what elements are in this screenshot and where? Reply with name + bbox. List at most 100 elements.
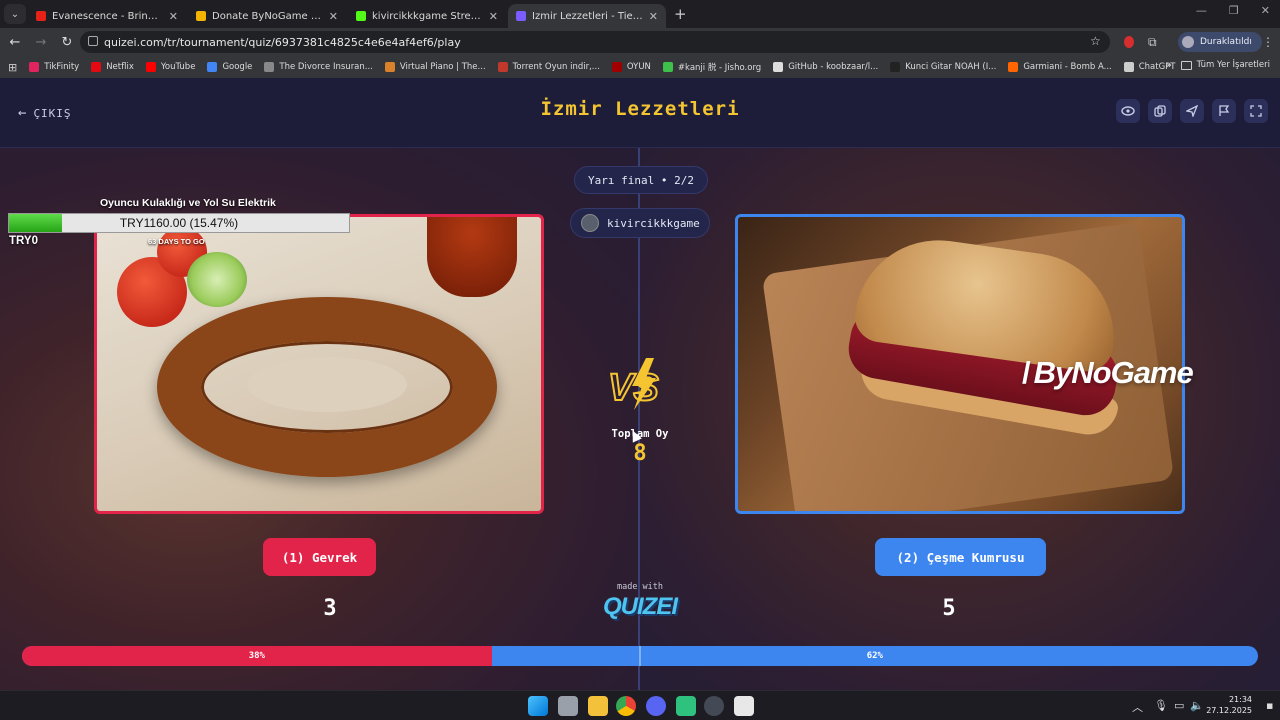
bynogame-watermark: / ByNoGame [1022,355,1194,390]
bookmark-label: Virtual Piano | The... [399,62,486,72]
left-vote-count: 3 [323,596,337,621]
tab-title: Evanescence - Bring Me To Life [52,10,163,22]
made-with-label: made with [616,582,664,592]
close-window-icon[interactable]: ✕ [1261,4,1270,17]
bookmarks-overflow-icon[interactable]: » [1166,60,1172,71]
tab-favicon-icon [516,11,526,21]
window-controls: — ❐ ✕ [1196,4,1270,17]
fullscreen-icon[interactable] [1244,99,1268,123]
bookmark-favicon-icon [264,62,275,72]
network-icon[interactable]: ▭ [1174,699,1184,712]
bookmark-item[interactable]: Virtual Piano | The... [384,61,486,73]
browser-tab[interactable]: kivircikkkgame Stream - Watch ✕ [348,4,506,28]
apps-grid-icon[interactable]: ⊞ [8,61,17,74]
tab-close-icon[interactable]: ✕ [649,10,658,23]
notification-icon[interactable]: ▪ [1266,699,1273,712]
bookmark-favicon-icon [384,62,395,72]
bookmark-item[interactable]: Garmiani - Bomb A... [1008,61,1112,73]
bookmark-label: Netflix [106,62,134,72]
profile-status-label: Duraklatıldı [1200,37,1252,47]
page-title: İzmir Lezzetleri [540,98,740,120]
app-clock-icon[interactable] [704,696,724,716]
bookmark-star-icon[interactable]: ☆ [1090,34,1101,48]
file-explorer-icon[interactable] [588,696,608,716]
extensions-puzzle-icon[interactable]: ⧉ [1148,35,1157,50]
volume-icon[interactable]: 🔈 [1190,699,1204,712]
bookmarks-bar: ⊞ TikFinity Netflix YouTube Google The Divor… [0,56,1280,78]
all-bookmarks-label: Tüm Yer İşaretleri [1196,60,1270,70]
forward-arrow-icon[interactable]: → [28,35,54,50]
bookmark-label: #kanji 脱 - Jisho.org [677,63,762,73]
bookmark-favicon-icon [662,62,673,72]
bookmark-label: Google [222,62,253,72]
bookmark-item[interactable]: YouTube [145,61,195,73]
vs-lightning-icon: VS [607,358,660,410]
new-tab-plus-icon[interactable]: + [674,5,687,23]
clock-time: 21:34 [1228,695,1252,704]
task-view-icon[interactable] [558,696,578,716]
bookmark-item[interactable]: Google [207,61,252,73]
url-input[interactable]: quizei.com/tr/tournament/quiz/6937381c48… [80,31,1110,53]
bookmark-favicon-icon [890,62,901,72]
profile-button[interactable]: Duraklatıldı [1178,32,1262,52]
bookmark-label: TikFinity [44,62,80,72]
bookmark-favicon-icon [773,62,784,72]
bookmark-item[interactable]: OYUN [611,61,651,73]
send-icon[interactable] [1180,99,1204,123]
tab-search-chevron-icon[interactable]: ⌄ [4,4,26,24]
windows-start-icon[interactable] [528,696,548,716]
bookmark-label: The Divorce Insuran... [279,62,373,72]
browser-tab[interactable]: Donate ByNoGame - Streamer ✕ [188,4,346,28]
app-green-icon[interactable] [676,696,696,716]
bookmark-item[interactable]: TikFinity [29,61,79,73]
copy-icon[interactable] [1148,99,1172,123]
chrome-icon[interactable] [616,696,636,716]
bookmark-item[interactable]: The Divorce Insuran... [264,61,373,73]
tab-close-icon[interactable]: ✕ [329,10,338,23]
browser-tab[interactable]: Evanescence - Bring Me To Life ✕ [28,4,186,28]
tab-close-icon[interactable]: ✕ [489,10,498,23]
discord-icon[interactable] [646,696,666,716]
reload-icon[interactable]: ↻ [54,35,80,50]
minimize-icon[interactable]: — [1196,4,1207,17]
browser-tab[interactable]: İzmir Lezzetleri - Tier List, Kör S ✕ [508,4,666,28]
back-arrow-icon[interactable]: ← [2,35,28,50]
bookmark-favicon-icon [91,62,102,72]
profile-avatar [1182,36,1194,48]
page-header: ← ÇIKIŞ İzmir Lezzetleri [0,78,1280,148]
bookmark-favicon-icon [1123,62,1134,72]
bookmark-label: Garmiani - Bomb A... [1023,62,1112,72]
vote-right-button[interactable]: (2) Çeşme Kumrusu [875,538,1046,576]
quizei-logo[interactable]: QUIZEI [598,593,682,621]
bookmark-item[interactable]: GitHub - koobzaar/l... [773,61,878,73]
microphone-icon[interactable]: 🎙 [1154,699,1168,712]
donation-amount: TRY1160.00 (15.47%) [119,216,239,230]
app-blue-icon[interactable] [734,696,754,716]
eye-icon[interactable] [1116,99,1140,123]
site-info-icon[interactable] [88,36,98,46]
donation-days-left: 63 DAYS TO GO [148,237,205,246]
quiz-page: ← ÇIKIŞ İzmir Lezzetleri Yarı final • 2/… [0,78,1280,690]
restore-icon[interactable]: ❐ [1229,4,1239,17]
bookmark-item[interactable]: Netflix [91,61,134,73]
tray-chevron-icon[interactable]: ︿ [1132,699,1143,715]
browser-menu-icon[interactable]: ⋮ [1262,35,1274,49]
total-votes-value: 8 [633,441,647,466]
bookmark-item[interactable]: Torrent Oyun indir,... [497,61,600,73]
tab-favicon-icon [196,11,206,21]
vote-left-button[interactable]: (1) Gevrek [263,538,376,576]
tab-favicon-icon [36,11,46,21]
header-actions [1116,99,1268,123]
bookmark-favicon-icon [29,62,40,72]
right-percent: 62% [866,651,883,661]
tab-close-icon[interactable]: ✕ [169,10,178,23]
bookmark-item[interactable]: Kunci Gitar NOAH (I... [890,61,996,73]
all-bookmarks-folder[interactable]: Tüm Yer İşaretleri [1180,60,1270,70]
clock-date: 27.12.2025 [1206,706,1252,715]
bookmark-item[interactable]: #kanji 脱 - Jisho.org [662,61,762,73]
system-clock[interactable]: 21:34 27.12.2025 [1206,694,1252,716]
option-left-image[interactable] [94,214,544,514]
flag-icon[interactable] [1212,99,1236,123]
left-percent: 38% [248,651,265,661]
extension-red-icon[interactable] [1124,36,1134,48]
